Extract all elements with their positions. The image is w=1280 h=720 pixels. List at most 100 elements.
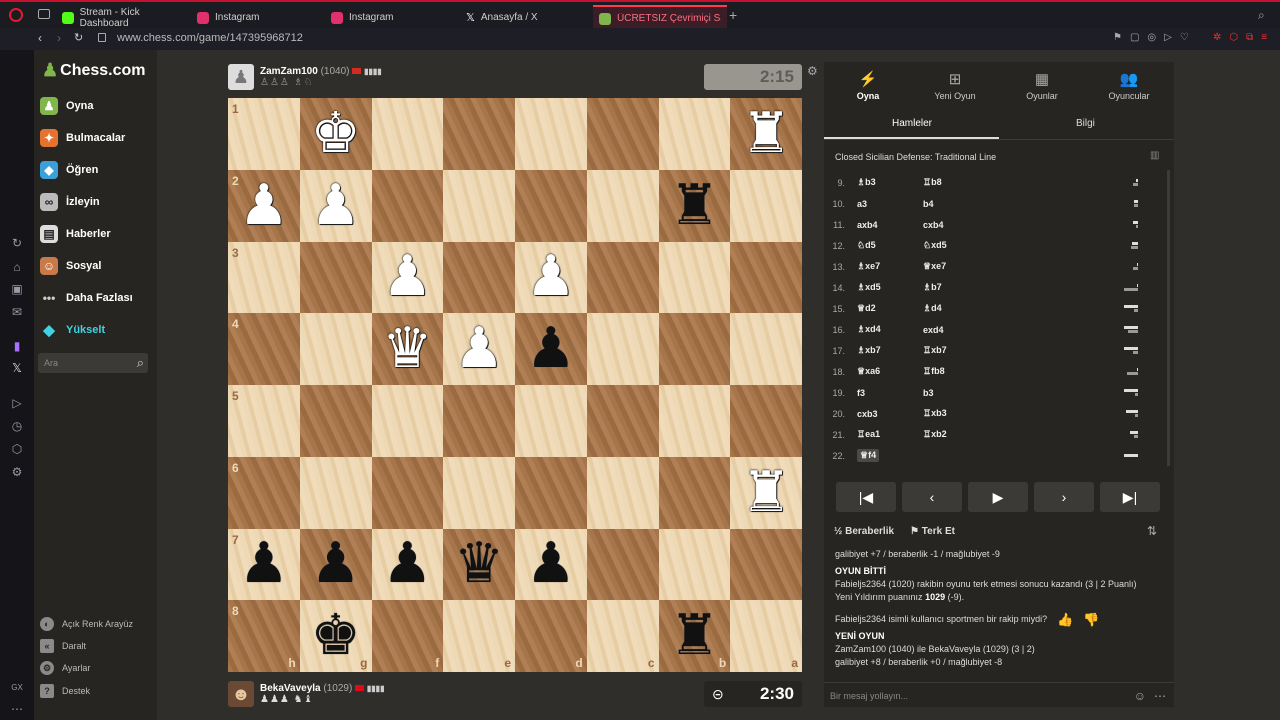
black-move[interactable]: b3 bbox=[923, 388, 1123, 398]
chess-piece[interactable]: ♚ bbox=[311, 105, 361, 162]
white-move[interactable]: ♗xd5 bbox=[857, 282, 923, 293]
board-square[interactable] bbox=[658, 241, 731, 314]
settings-icon[interactable]: ⚙ bbox=[10, 465, 24, 479]
forward-icon[interactable]: › bbox=[57, 31, 61, 45]
move-scrollbar[interactable] bbox=[1167, 170, 1170, 466]
board-square[interactable] bbox=[730, 241, 802, 314]
board-square[interactable] bbox=[371, 385, 444, 457]
board-square[interactable] bbox=[658, 98, 731, 170]
board-square[interactable] bbox=[371, 456, 444, 529]
nav-light-theme[interactable]: ◐ Açık Renk Arayüz bbox=[40, 617, 133, 631]
black-move[interactable]: ♕xe7 bbox=[923, 261, 1123, 272]
tab-menu-icon[interactable] bbox=[38, 9, 50, 19]
tab-oyunlar[interactable]: ▦ Oyunlar bbox=[1002, 70, 1082, 101]
nav-izleyin[interactable]: ∞ İzleyin bbox=[40, 193, 100, 211]
board-square[interactable]: b ♜ bbox=[658, 600, 731, 672]
shop-icon[interactable]: ⌂ bbox=[10, 260, 24, 274]
board-square[interactable] bbox=[443, 241, 515, 314]
white-move[interactable]: ♕xa6 bbox=[857, 366, 923, 377]
gx-icon[interactable]: GX bbox=[10, 681, 24, 695]
black-move[interactable]: ♖fb8 bbox=[923, 366, 1123, 377]
chess-piece[interactable]: ♟ bbox=[526, 321, 576, 377]
board-square[interactable] bbox=[730, 169, 802, 242]
board-square[interactable]: ♟ bbox=[371, 528, 444, 601]
search-input[interactable]: Ara ⌕ bbox=[38, 353, 148, 373]
twitch-icon[interactable]: ▮ bbox=[10, 339, 24, 353]
play-button[interactable]: ▶ bbox=[968, 482, 1028, 512]
url-field[interactable]: www.chess.com/game/147395968712 bbox=[117, 32, 303, 44]
prev-move-button[interactable]: ‹ bbox=[902, 482, 962, 512]
search-icon[interactable]: ⌕ bbox=[1258, 8, 1265, 23]
white-move[interactable]: ♕d2 bbox=[857, 303, 923, 314]
nav-yukselt[interactable]: ◆ Yükselt bbox=[40, 321, 105, 339]
board-square[interactable] bbox=[586, 169, 659, 242]
nav-ogren[interactable]: ◆ Öğren bbox=[40, 161, 98, 179]
white-move[interactable]: axb4 bbox=[857, 220, 923, 230]
subtab-moves[interactable]: Hamleler bbox=[892, 118, 932, 129]
chess-piece[interactable]: ♛ bbox=[382, 321, 432, 377]
board-square[interactable]: ♟ bbox=[299, 169, 372, 242]
mail-icon[interactable]: ✉ bbox=[10, 305, 24, 319]
extension-icons[interactable]: ✲⬡⧉≡ bbox=[1213, 32, 1275, 43]
black-move[interactable]: ♖xb7 bbox=[923, 345, 1123, 356]
black-move[interactable]: ♖xb2 bbox=[923, 429, 1123, 440]
flip-board-icon[interactable]: ⇅ bbox=[1147, 524, 1157, 538]
black-move[interactable]: ♘xd5 bbox=[923, 240, 1123, 251]
board-square[interactable] bbox=[658, 456, 731, 529]
board-square[interactable] bbox=[515, 98, 587, 170]
board-square[interactable]: ♚ bbox=[299, 98, 372, 170]
black-move[interactable]: ♗b7 bbox=[923, 282, 1123, 293]
board-square[interactable]: 7 ♟ bbox=[228, 528, 300, 601]
board-square[interactable]: 3 bbox=[228, 241, 300, 314]
black-move[interactable]: ♖b8 bbox=[923, 177, 1123, 188]
board-square[interactable]: 1 bbox=[228, 98, 300, 170]
chess-piece[interactable]: ♟ bbox=[239, 536, 289, 592]
board-square[interactable]: ♟ bbox=[515, 528, 587, 601]
board-square[interactable]: 2 ♟ bbox=[228, 169, 300, 242]
board-square[interactable] bbox=[658, 528, 731, 601]
board-square[interactable] bbox=[443, 169, 515, 242]
draw-button[interactable]: ½ Beraberlik bbox=[834, 526, 894, 537]
board-square[interactable]: ♜ bbox=[658, 169, 731, 242]
board-settings-icon[interactable]: ⚙ bbox=[807, 64, 818, 78]
chess-piece[interactable]: ♟ bbox=[382, 536, 432, 592]
board-square[interactable]: ♜ bbox=[730, 98, 802, 170]
board-square[interactable]: ♜ bbox=[730, 456, 802, 529]
board-square[interactable] bbox=[730, 528, 802, 601]
board-square[interactable]: ♟ bbox=[299, 528, 372, 601]
board-square[interactable] bbox=[658, 385, 731, 457]
thumbs-down-icon[interactable]: 👎 bbox=[1083, 613, 1099, 626]
white-move[interactable]: a3 bbox=[857, 199, 923, 209]
nav-collapse[interactable]: « Daralt bbox=[40, 639, 86, 653]
tab-kick[interactable]: Stream - Kick Dashboard bbox=[56, 5, 188, 30]
board-square[interactable] bbox=[586, 98, 659, 170]
chess-piece[interactable]: ♚ bbox=[311, 608, 361, 664]
board-square[interactable] bbox=[443, 385, 515, 457]
avatar[interactable]: ☻ bbox=[228, 681, 254, 707]
board-square[interactable] bbox=[586, 456, 659, 529]
board-square[interactable]: g ♚ bbox=[299, 600, 372, 672]
black-move[interactable]: b4 bbox=[923, 199, 1123, 209]
board-square[interactable] bbox=[443, 456, 515, 529]
last-move-button[interactable]: ▶| bbox=[1100, 482, 1160, 512]
white-move[interactable]: ♗xe7 bbox=[857, 261, 923, 272]
nav-sosyal[interactable]: ☺ Sosyal bbox=[40, 257, 101, 275]
board-square[interactable]: 6 bbox=[228, 456, 300, 529]
board-square[interactable] bbox=[515, 456, 587, 529]
board-square[interactable]: ♟ bbox=[515, 241, 587, 314]
black-move[interactable]: cxb4 bbox=[923, 220, 1123, 230]
history-icon[interactable]: ↻ bbox=[10, 236, 24, 250]
tab-chess[interactable]: ÜCRETSİZ Çevrimiçi Satrar bbox=[593, 5, 727, 30]
board-square[interactable]: ♟ bbox=[443, 313, 515, 385]
white-move[interactable]: ♕f4 bbox=[857, 449, 880, 462]
chesscom-logo[interactable]: ♟ Chess.com bbox=[42, 60, 146, 81]
board-square[interactable] bbox=[586, 241, 659, 314]
chess-piece[interactable]: ♟ bbox=[311, 536, 361, 592]
white-move[interactable]: cxb3 bbox=[857, 409, 923, 419]
board-square[interactable] bbox=[299, 241, 372, 314]
board-square[interactable]: d bbox=[515, 600, 587, 672]
tab-oyna[interactable]: ⚡ Oyna bbox=[828, 70, 908, 101]
board-square[interactable] bbox=[586, 313, 659, 385]
white-move[interactable]: f3 bbox=[857, 388, 923, 398]
board-square[interactable] bbox=[730, 313, 802, 385]
